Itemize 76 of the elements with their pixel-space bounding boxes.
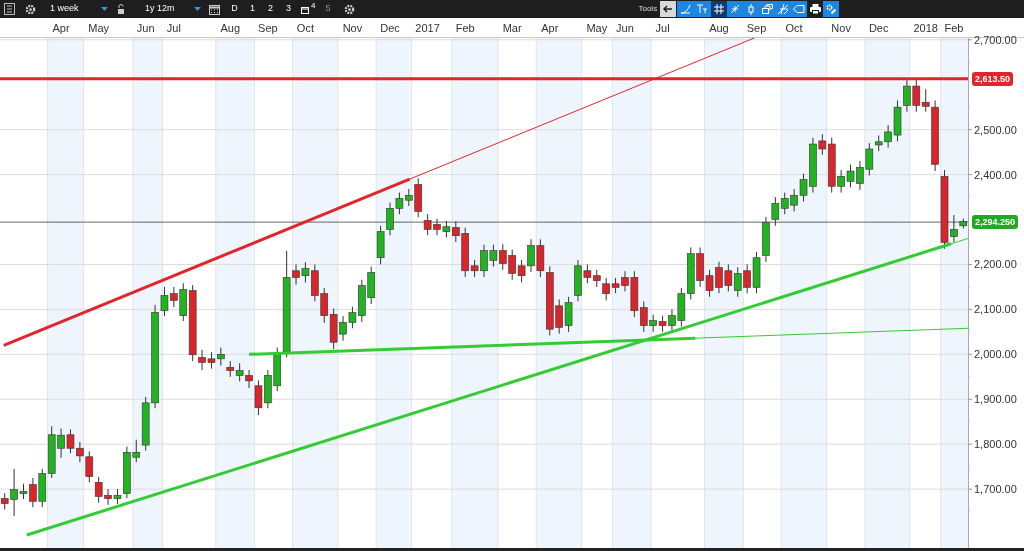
- month-label: Jun: [616, 22, 634, 34]
- month-label: May: [586, 22, 608, 34]
- settings-icon: [825, 3, 837, 15]
- list-icon[interactable]: [4, 3, 15, 15]
- month-label: Aug: [709, 22, 729, 34]
- tools-label: Tools: [638, 3, 658, 15]
- caret-icon: [101, 7, 108, 11]
- print-button[interactable]: [807, 1, 824, 17]
- price-label: 2,700.00: [974, 33, 1017, 46]
- settings-icon[interactable]: [344, 3, 356, 15]
- grid-icon: [714, 4, 725, 14]
- price-label: 2,200.00: [974, 258, 1017, 271]
- candlestick: [367, 266, 376, 305]
- price-tag: 2,613.50: [972, 71, 1014, 86]
- month-label: Jul: [166, 22, 181, 34]
- candlestick: [686, 246, 695, 300]
- curve-icon: [679, 4, 691, 14]
- period-button[interactable]: 2: [262, 1, 279, 17]
- back-button[interactable]: [660, 1, 677, 17]
- calendar-icon[interactable]: [209, 3, 220, 15]
- month-label: May: [88, 22, 110, 34]
- candlestick: [912, 78, 921, 113]
- price-tag: 2,294.250: [972, 215, 1019, 230]
- period-button[interactable]: 3: [280, 1, 297, 17]
- period-button[interactable]: 1: [244, 1, 261, 17]
- price-label: 1,800.00: [974, 438, 1017, 451]
- month-label: 2017: [415, 22, 440, 34]
- candlestick: [752, 251, 761, 294]
- price-label: 1,900.00: [974, 393, 1017, 406]
- settings-button[interactable]: [823, 1, 840, 17]
- price-label: 1,700.00: [974, 483, 1017, 496]
- candlestick: [611, 277, 620, 294]
- month-label: Jun: [136, 22, 155, 34]
- window-icon: [301, 4, 310, 14]
- windows-icon: [761, 4, 773, 14]
- month-label: Nov: [342, 22, 363, 34]
- window-layout-button[interactable]: 4: [298, 1, 319, 17]
- fork-icon: [777, 4, 789, 14]
- period-button[interactable]: D: [226, 1, 243, 17]
- text-icon: [696, 4, 709, 14]
- windows-tool-button[interactable]: [759, 1, 776, 17]
- month-label: Mar: [502, 22, 522, 34]
- month-label: 2018: [913, 22, 938, 34]
- month-label: Dec: [868, 22, 889, 34]
- month-label: Apr: [541, 22, 559, 34]
- month-label: Jul: [655, 22, 670, 34]
- month-label: Oct: [785, 22, 803, 34]
- settings-icon[interactable]: [25, 3, 36, 15]
- month-label: Nov: [831, 22, 851, 34]
- month-label: Feb: [455, 22, 475, 34]
- month-label: Apr: [52, 22, 70, 34]
- month-label: Aug: [220, 22, 241, 34]
- pencil-icon: [730, 4, 741, 14]
- month-label: Feb: [944, 22, 964, 34]
- price-label: 2,100.00: [974, 303, 1017, 316]
- interval-dropdown[interactable]: 1 week: [50, 2, 108, 16]
- caret-icon: [194, 7, 201, 11]
- candlestick: [38, 468, 47, 508]
- lock-icon[interactable]: [117, 4, 125, 14]
- candlestick: [658, 315, 667, 333]
- candlestick: [442, 220, 451, 238]
- month-label: Sep: [258, 22, 278, 34]
- printer-icon: [809, 4, 821, 14]
- tag-icon: [793, 5, 806, 13]
- candlestick: [207, 351, 216, 370]
- grid-tool-button[interactable]: [711, 1, 728, 17]
- price-label: 2,000.00: [974, 348, 1017, 361]
- arrow-icon: [663, 5, 674, 13]
- interval-value: 1 week: [50, 2, 79, 16]
- candlestick: [846, 164, 855, 188]
- range-dropdown[interactable]: 1y 12m: [145, 2, 201, 16]
- price-label: 2,400.00: [974, 168, 1017, 181]
- price-label: 2,500.00: [974, 123, 1017, 136]
- month-label: Dec: [380, 22, 400, 34]
- month-label: Oct: [296, 22, 314, 34]
- month-label: Sep: [746, 22, 767, 34]
